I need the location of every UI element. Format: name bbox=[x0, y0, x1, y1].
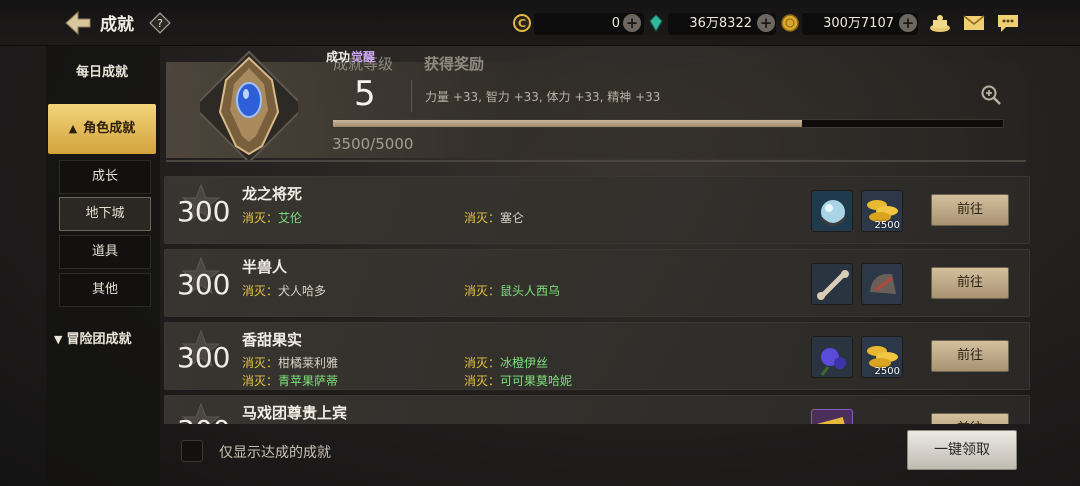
add-c-currency-button[interactable]: + bbox=[623, 14, 641, 32]
achievement-title: 龙之将死 bbox=[242, 185, 303, 203]
task-item: 消灭：冰橙伊丝 bbox=[464, 354, 548, 371]
achievement-points: 300 bbox=[177, 414, 230, 424]
sub-item-dungeon[interactable]: 地下城 bbox=[59, 197, 151, 231]
task-item: 消灭：艾伦 bbox=[242, 209, 302, 226]
task-name: 艾伦 bbox=[278, 211, 303, 225]
reward-stats: 力量 +33, 智力 +33, 体力 +33, 精神 +33 bbox=[425, 90, 661, 104]
bone-icon[interactable] bbox=[811, 263, 853, 305]
goto-button[interactable]: 前往 bbox=[931, 340, 1009, 372]
add-crystal-button[interactable]: + bbox=[757, 14, 775, 32]
task-item: 消灭：鼠头人西乌 bbox=[464, 282, 560, 299]
divider bbox=[411, 80, 412, 112]
task-item: 消灭：青苹果萨蒂 bbox=[242, 372, 338, 389]
add-gold-button[interactable]: + bbox=[899, 14, 917, 32]
task-label: 消灭： bbox=[242, 284, 279, 298]
chevron-up-icon: ▲ bbox=[68, 122, 78, 135]
reward-label: 获得奖励 bbox=[424, 55, 485, 73]
crystal-icon bbox=[649, 14, 663, 32]
task-name: 塞仑 bbox=[500, 211, 525, 225]
gold-coin-icon bbox=[781, 14, 799, 32]
goto-button[interactable]: 前往 bbox=[931, 194, 1009, 226]
achievement-points: 300 bbox=[177, 341, 231, 374]
achievement-row: 300 龙之将死 消灭：艾伦 消灭：塞仑 2500 前往 bbox=[164, 176, 1030, 244]
progress-text: 3500/5000 bbox=[332, 135, 414, 153]
svg-text:?: ? bbox=[157, 17, 163, 30]
sidebar-item-label: 每日成就 bbox=[75, 65, 128, 80]
back-arrow-icon[interactable] bbox=[62, 9, 92, 37]
sub-item-other[interactable]: 其他 bbox=[59, 273, 151, 307]
top-bar: 成就 ? C 0 + 36万8322 + 300万7107 + bbox=[0, 0, 1080, 46]
sub-item-growth[interactable]: 成长 bbox=[59, 160, 151, 194]
reward-count: 2500 bbox=[874, 220, 900, 231]
task-item: 消灭：柑橘莱利雅 bbox=[242, 354, 338, 371]
task-item: 消灭：犬人哈多 bbox=[242, 282, 326, 299]
goto-button[interactable]: 前往 bbox=[931, 413, 1009, 424]
claim-all-button[interactable]: 一键领取 bbox=[907, 430, 1017, 470]
show-completed-label: 仅显示达成的成就 bbox=[219, 445, 331, 461]
achievement-level: 5 bbox=[354, 74, 376, 114]
awaken-label: 觉醒 bbox=[351, 50, 376, 64]
task-name: 柑橘莱利雅 bbox=[278, 356, 339, 370]
sidebar-item-character[interactable]: ▲ 角色成就 bbox=[48, 104, 156, 154]
level-progress-bar bbox=[332, 119, 1004, 128]
gold-coins-icon[interactable]: 2500 bbox=[861, 336, 903, 378]
task-label: 消灭： bbox=[242, 211, 279, 225]
task-item: 消灭：塞仑 bbox=[464, 209, 524, 226]
task-label: 消灭： bbox=[464, 356, 501, 370]
yellow-card-icon[interactable] bbox=[811, 409, 853, 424]
question-icon[interactable]: ? bbox=[149, 12, 171, 34]
helmet-icon[interactable] bbox=[861, 263, 903, 305]
success-label: 成功 bbox=[326, 50, 351, 64]
sidebar-item-label: 冒险团成就 bbox=[66, 332, 132, 347]
sub-item-items[interactable]: 道具 bbox=[59, 235, 151, 269]
sidebar-item-label: 角色成就 bbox=[83, 121, 136, 136]
goto-button[interactable]: 前往 bbox=[931, 267, 1009, 299]
achievement-title: 半兽人 bbox=[242, 258, 288, 276]
achievement-list[interactable]: 300 龙之将死 消灭：艾伦 消灭：塞仑 2500 前往 300 半兽人 消灭：… bbox=[164, 174, 1032, 424]
gold-c-coin-icon: C bbox=[513, 14, 531, 32]
achievement-row: 300 半兽人 消灭：犬人哈多 消灭：鼠头人西乌 前往 bbox=[164, 249, 1030, 317]
task-name: 可可果莫哈妮 bbox=[500, 374, 573, 388]
page-title: 成就 bbox=[100, 15, 134, 35]
task-label: 消灭： bbox=[242, 374, 279, 388]
achievement-title: 香甜果实 bbox=[242, 331, 303, 349]
zoom-in-icon[interactable] bbox=[980, 84, 1002, 106]
achievement-row: 300 马戏团尊贵上宾 前往 bbox=[164, 395, 1030, 424]
mail-icon[interactable] bbox=[962, 12, 986, 34]
sidebar: 每日成就 ▲ 角色成就 成长 地下城 道具 其他 ▼ 冒险团成就 bbox=[46, 46, 160, 486]
level-progress-fill bbox=[333, 120, 802, 127]
task-label: 消灭： bbox=[464, 284, 501, 298]
chat-icon[interactable] bbox=[996, 12, 1020, 34]
chevron-down-icon: ▼ bbox=[54, 333, 63, 346]
achievement-points: 300 bbox=[177, 195, 231, 228]
gold-coins-icon[interactable]: 2500 bbox=[861, 190, 903, 232]
task-label: 消灭： bbox=[242, 356, 279, 370]
show-completed-checkbox[interactable] bbox=[181, 440, 203, 462]
blueberry-icon[interactable] bbox=[811, 336, 853, 378]
sidebar-item-daily[interactable]: 每日成就 bbox=[48, 48, 156, 98]
task-name: 鼠头人西乌 bbox=[500, 284, 561, 298]
achievement-points: 300 bbox=[177, 268, 231, 301]
task-item: 消灭：可可果莫哈妮 bbox=[464, 372, 572, 389]
task-name: 犬人哈多 bbox=[278, 284, 327, 298]
shop-icon[interactable] bbox=[928, 12, 952, 34]
task-name: 青苹果萨蒂 bbox=[278, 374, 339, 388]
achievement-row: 300 香甜果实 消灭：柑橘莱利雅 消灭：冰橙伊丝 消灭：青苹果萨蒂 消灭：可可… bbox=[164, 322, 1030, 390]
svg-text:C: C bbox=[518, 17, 526, 30]
task-label: 消灭： bbox=[464, 211, 501, 225]
task-label: 消灭： bbox=[464, 374, 501, 388]
achievement-title: 马戏团尊贵上宾 bbox=[242, 404, 348, 422]
divider bbox=[166, 160, 1026, 162]
task-name: 冰橙伊丝 bbox=[500, 356, 549, 370]
crystal-orb-icon[interactable] bbox=[811, 190, 853, 232]
reward-count: 2500 bbox=[874, 366, 900, 377]
achievement-emblem-icon bbox=[200, 50, 298, 162]
sidebar-item-adventure-group[interactable]: ▼ 冒险团成就 bbox=[54, 328, 131, 347]
